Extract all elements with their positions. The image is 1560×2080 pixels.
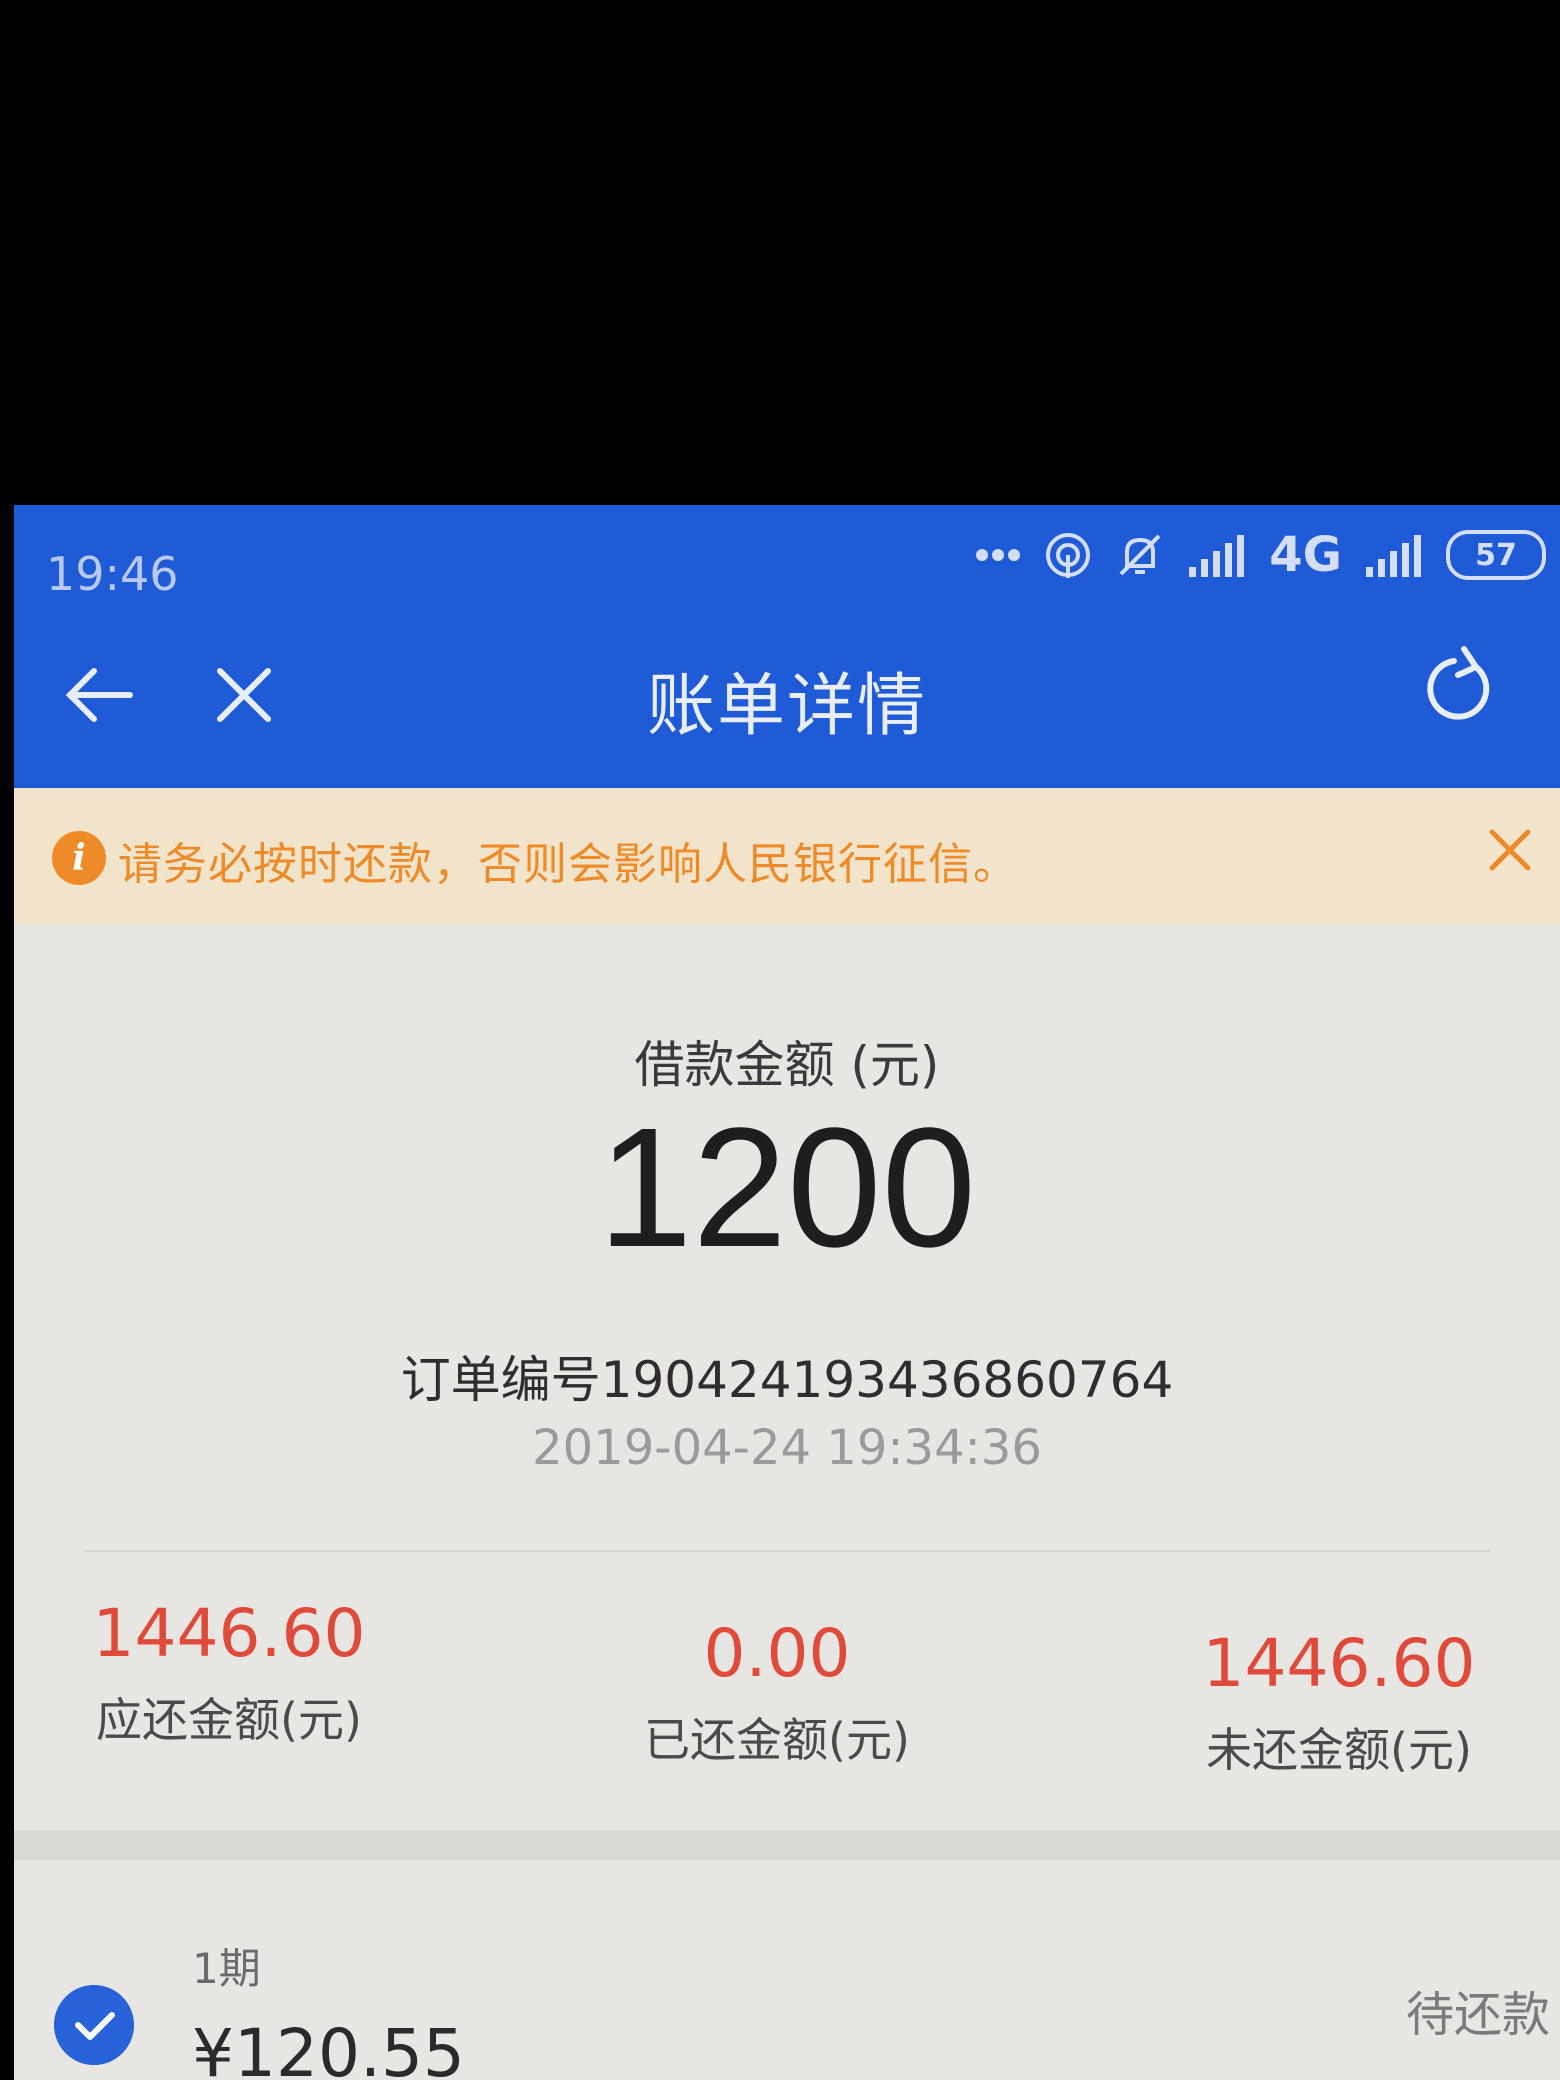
battery-icon: 57 — [1446, 530, 1546, 580]
amount-remaining-value: 1446.60 — [1202, 1625, 1476, 1702]
order-number: 订单编号190424193436860764 — [400, 1351, 1174, 1409]
amount-due-value: 1446.60 — [92, 1595, 366, 1672]
period-label: 1期 — [192, 1944, 261, 1993]
amount-remaining-label: 未还金额(元) — [1206, 1723, 1472, 1777]
amount-paid-value: 0.00 — [703, 1615, 851, 1692]
check-icon[interactable] — [54, 1985, 134, 2065]
section-separator — [14, 1830, 1560, 1860]
divider — [84, 1550, 1490, 1552]
period-amount: ¥120.55 — [192, 2015, 465, 2080]
header-bar: 19:46 4G 57 账单详情 — [14, 505, 1560, 788]
notice-text: 请务必按时还款，否则会影响人民银行征信。 — [118, 839, 1018, 890]
hotspot-icon — [1046, 533, 1091, 578]
amount-paid: 0.00 已还金额(元) — [612, 1615, 942, 1770]
refresh-icon[interactable] — [1424, 645, 1500, 725]
loan-amount-label: 借款金额 (元) — [634, 1036, 940, 1094]
loan-amount-value: 1200 — [597, 1093, 977, 1283]
amount-paid-label: 已还金额(元) — [644, 1713, 910, 1767]
status-icons: 4G 57 — [975, 525, 1546, 585]
app-screen: 19:46 4G 57 账单详情 i 请务必按时还款，否则会影响人民银行征信。 … — [14, 505, 1560, 2080]
order-time: 2019-04-24 19:34:36 — [532, 1420, 1042, 1476]
network-type: 4G — [1269, 527, 1342, 583]
signal-icon-2 — [1366, 535, 1421, 577]
info-icon: i — [52, 831, 106, 885]
amount-due: 1446.60 应还金额(元) — [64, 1595, 394, 1750]
status-time: 19:46 — [46, 547, 179, 601]
amount-due-label: 应还金额(元) — [96, 1693, 362, 1747]
warning-notice: i 请务必按时还款，否则会影响人民银行征信。 — [14, 788, 1560, 925]
page-title: 账单详情 — [646, 667, 927, 746]
notice-close-icon[interactable] — [1486, 826, 1534, 874]
mute-bell-icon — [1119, 534, 1161, 576]
more-dots-icon — [976, 549, 1021, 561]
signal-icon — [1189, 535, 1245, 577]
amount-remaining: 1446.60 未还金额(元) — [1174, 1625, 1504, 1780]
period-status: 待还款 — [1405, 1987, 1550, 2043]
